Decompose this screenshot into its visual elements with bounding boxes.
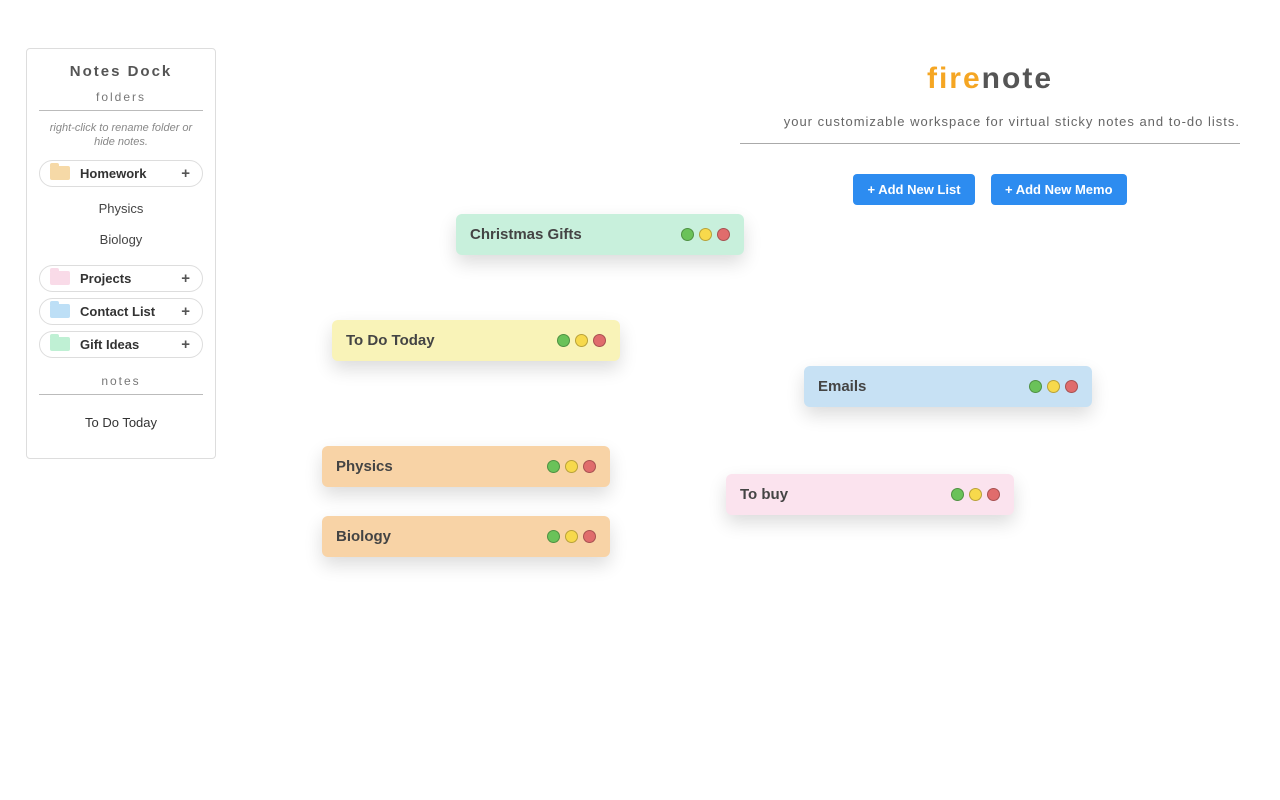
folder-label: Contact List: [80, 304, 169, 319]
minimize-icon[interactable]: [951, 488, 964, 501]
sticky-controls: [681, 228, 730, 241]
sticky-title: Christmas Gifts: [470, 226, 582, 243]
minimize-icon[interactable]: [681, 228, 694, 241]
tagline: your customizable workspace for virtual …: [740, 114, 1240, 129]
color-icon[interactable]: [969, 488, 982, 501]
close-icon[interactable]: [583, 530, 596, 543]
sticky-controls: [547, 530, 596, 543]
sticky-title: Emails: [818, 378, 866, 395]
folder-gift-ideas[interactable]: Gift Ideas +: [39, 331, 203, 358]
loose-note-todo-today[interactable]: To Do Today: [39, 405, 203, 440]
sticky-title: To buy: [740, 486, 788, 503]
folder-homework-children: Physics Biology: [39, 193, 203, 255]
minimize-icon[interactable]: [547, 530, 560, 543]
hero: firenote your customizable workspace for…: [740, 62, 1240, 205]
brand-logo: firenote: [740, 62, 1240, 96]
folder-homework[interactable]: Homework +: [39, 160, 203, 187]
folder-label: Projects: [80, 271, 169, 286]
close-icon[interactable]: [717, 228, 730, 241]
hero-buttons: + Add New List + Add New Memo: [740, 174, 1240, 205]
add-note-button[interactable]: +: [179, 304, 192, 319]
minimize-icon[interactable]: [557, 334, 570, 347]
add-note-button[interactable]: +: [179, 166, 192, 181]
sticky-note[interactable]: Physics: [322, 446, 610, 487]
sticky-note[interactable]: Biology: [322, 516, 610, 557]
folder-icon: [50, 337, 70, 351]
folder-label: Homework: [80, 166, 169, 181]
divider: [39, 110, 203, 111]
dock-notes-label: notes: [39, 374, 203, 388]
sticky-note[interactable]: Emails: [804, 366, 1092, 407]
close-icon[interactable]: [1065, 380, 1078, 393]
folder-icon: [50, 166, 70, 180]
sticky-title: Biology: [336, 528, 391, 545]
folder-icon: [50, 304, 70, 318]
dock-title: Notes Dock: [39, 63, 203, 80]
dock-hint: right-click to rename folder or hide not…: [39, 121, 203, 150]
color-icon[interactable]: [575, 334, 588, 347]
close-icon[interactable]: [987, 488, 1000, 501]
folder-child-biology[interactable]: Biology: [39, 224, 203, 255]
minimize-icon[interactable]: [547, 460, 560, 473]
sticky-note[interactable]: To Do Today: [332, 320, 620, 361]
sticky-controls: [951, 488, 1000, 501]
sticky-controls: [557, 334, 606, 347]
folder-label: Gift Ideas: [80, 337, 169, 352]
dock-folders-label: folders: [39, 90, 203, 104]
add-new-memo-button[interactable]: + Add New Memo: [991, 174, 1127, 205]
brand-fire: fire: [927, 62, 982, 95]
folder-projects[interactable]: Projects +: [39, 265, 203, 292]
folder-icon: [50, 271, 70, 285]
sticky-controls: [547, 460, 596, 473]
sticky-note[interactable]: Christmas Gifts: [456, 214, 744, 255]
divider: [740, 143, 1240, 144]
close-icon[interactable]: [593, 334, 606, 347]
color-icon[interactable]: [1047, 380, 1060, 393]
color-icon[interactable]: [565, 530, 578, 543]
sticky-controls: [1029, 380, 1078, 393]
add-note-button[interactable]: +: [179, 337, 192, 352]
minimize-icon[interactable]: [1029, 380, 1042, 393]
folder-contact-list[interactable]: Contact List +: [39, 298, 203, 325]
sticky-title: To Do Today: [346, 332, 435, 349]
sticky-title: Physics: [336, 458, 393, 475]
notes-dock: Notes Dock folders right-click to rename…: [26, 48, 216, 459]
folder-child-physics[interactable]: Physics: [39, 193, 203, 224]
color-icon[interactable]: [565, 460, 578, 473]
add-note-button[interactable]: +: [179, 271, 192, 286]
brand-note: note: [982, 62, 1053, 95]
color-icon[interactable]: [699, 228, 712, 241]
divider: [39, 394, 203, 395]
add-new-list-button[interactable]: + Add New List: [853, 174, 974, 205]
sticky-note[interactable]: To buy: [726, 474, 1014, 515]
close-icon[interactable]: [583, 460, 596, 473]
